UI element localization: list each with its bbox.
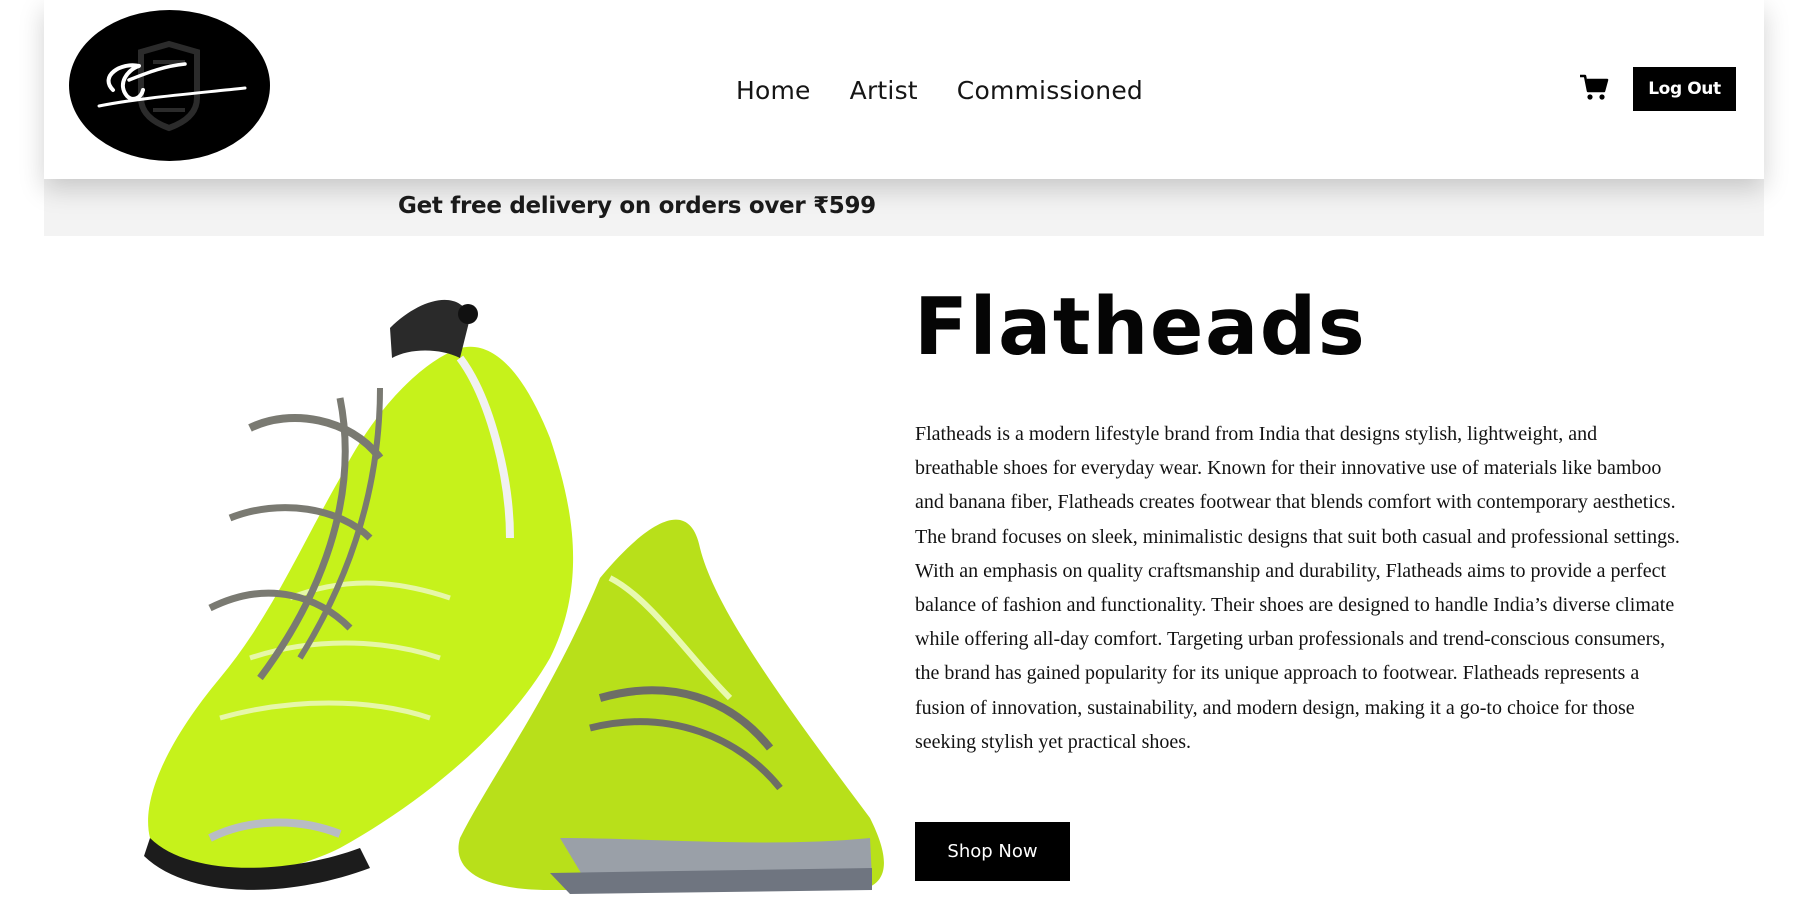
- cart-icon[interactable]: [1579, 72, 1609, 102]
- brand-description: Flatheads is a modern lifestyle brand fr…: [915, 423, 1680, 753]
- promo-banner: Get free delivery on orders over ₹599: [44, 179, 1764, 236]
- nav-item-artist[interactable]: Artist: [850, 76, 918, 105]
- brand-logo-emblem: [69, 10, 270, 161]
- main-nav: Home Artist Commissioned: [736, 66, 1143, 114]
- brand-title: Flatheads: [914, 281, 1367, 373]
- logout-button[interactable]: Log Out: [1633, 67, 1736, 111]
- promo-text: Get free delivery on orders over ₹599: [398, 193, 876, 219]
- hero-shoe-image: [130, 278, 890, 897]
- shop-now-button[interactable]: Shop Now: [915, 822, 1070, 881]
- site-header: Home Artist Commissioned Log Out: [44, 0, 1764, 179]
- nav-item-home[interactable]: Home: [736, 76, 811, 105]
- nav-item-commissioned[interactable]: Commissioned: [957, 76, 1143, 105]
- brand-logo[interactable]: [69, 10, 270, 161]
